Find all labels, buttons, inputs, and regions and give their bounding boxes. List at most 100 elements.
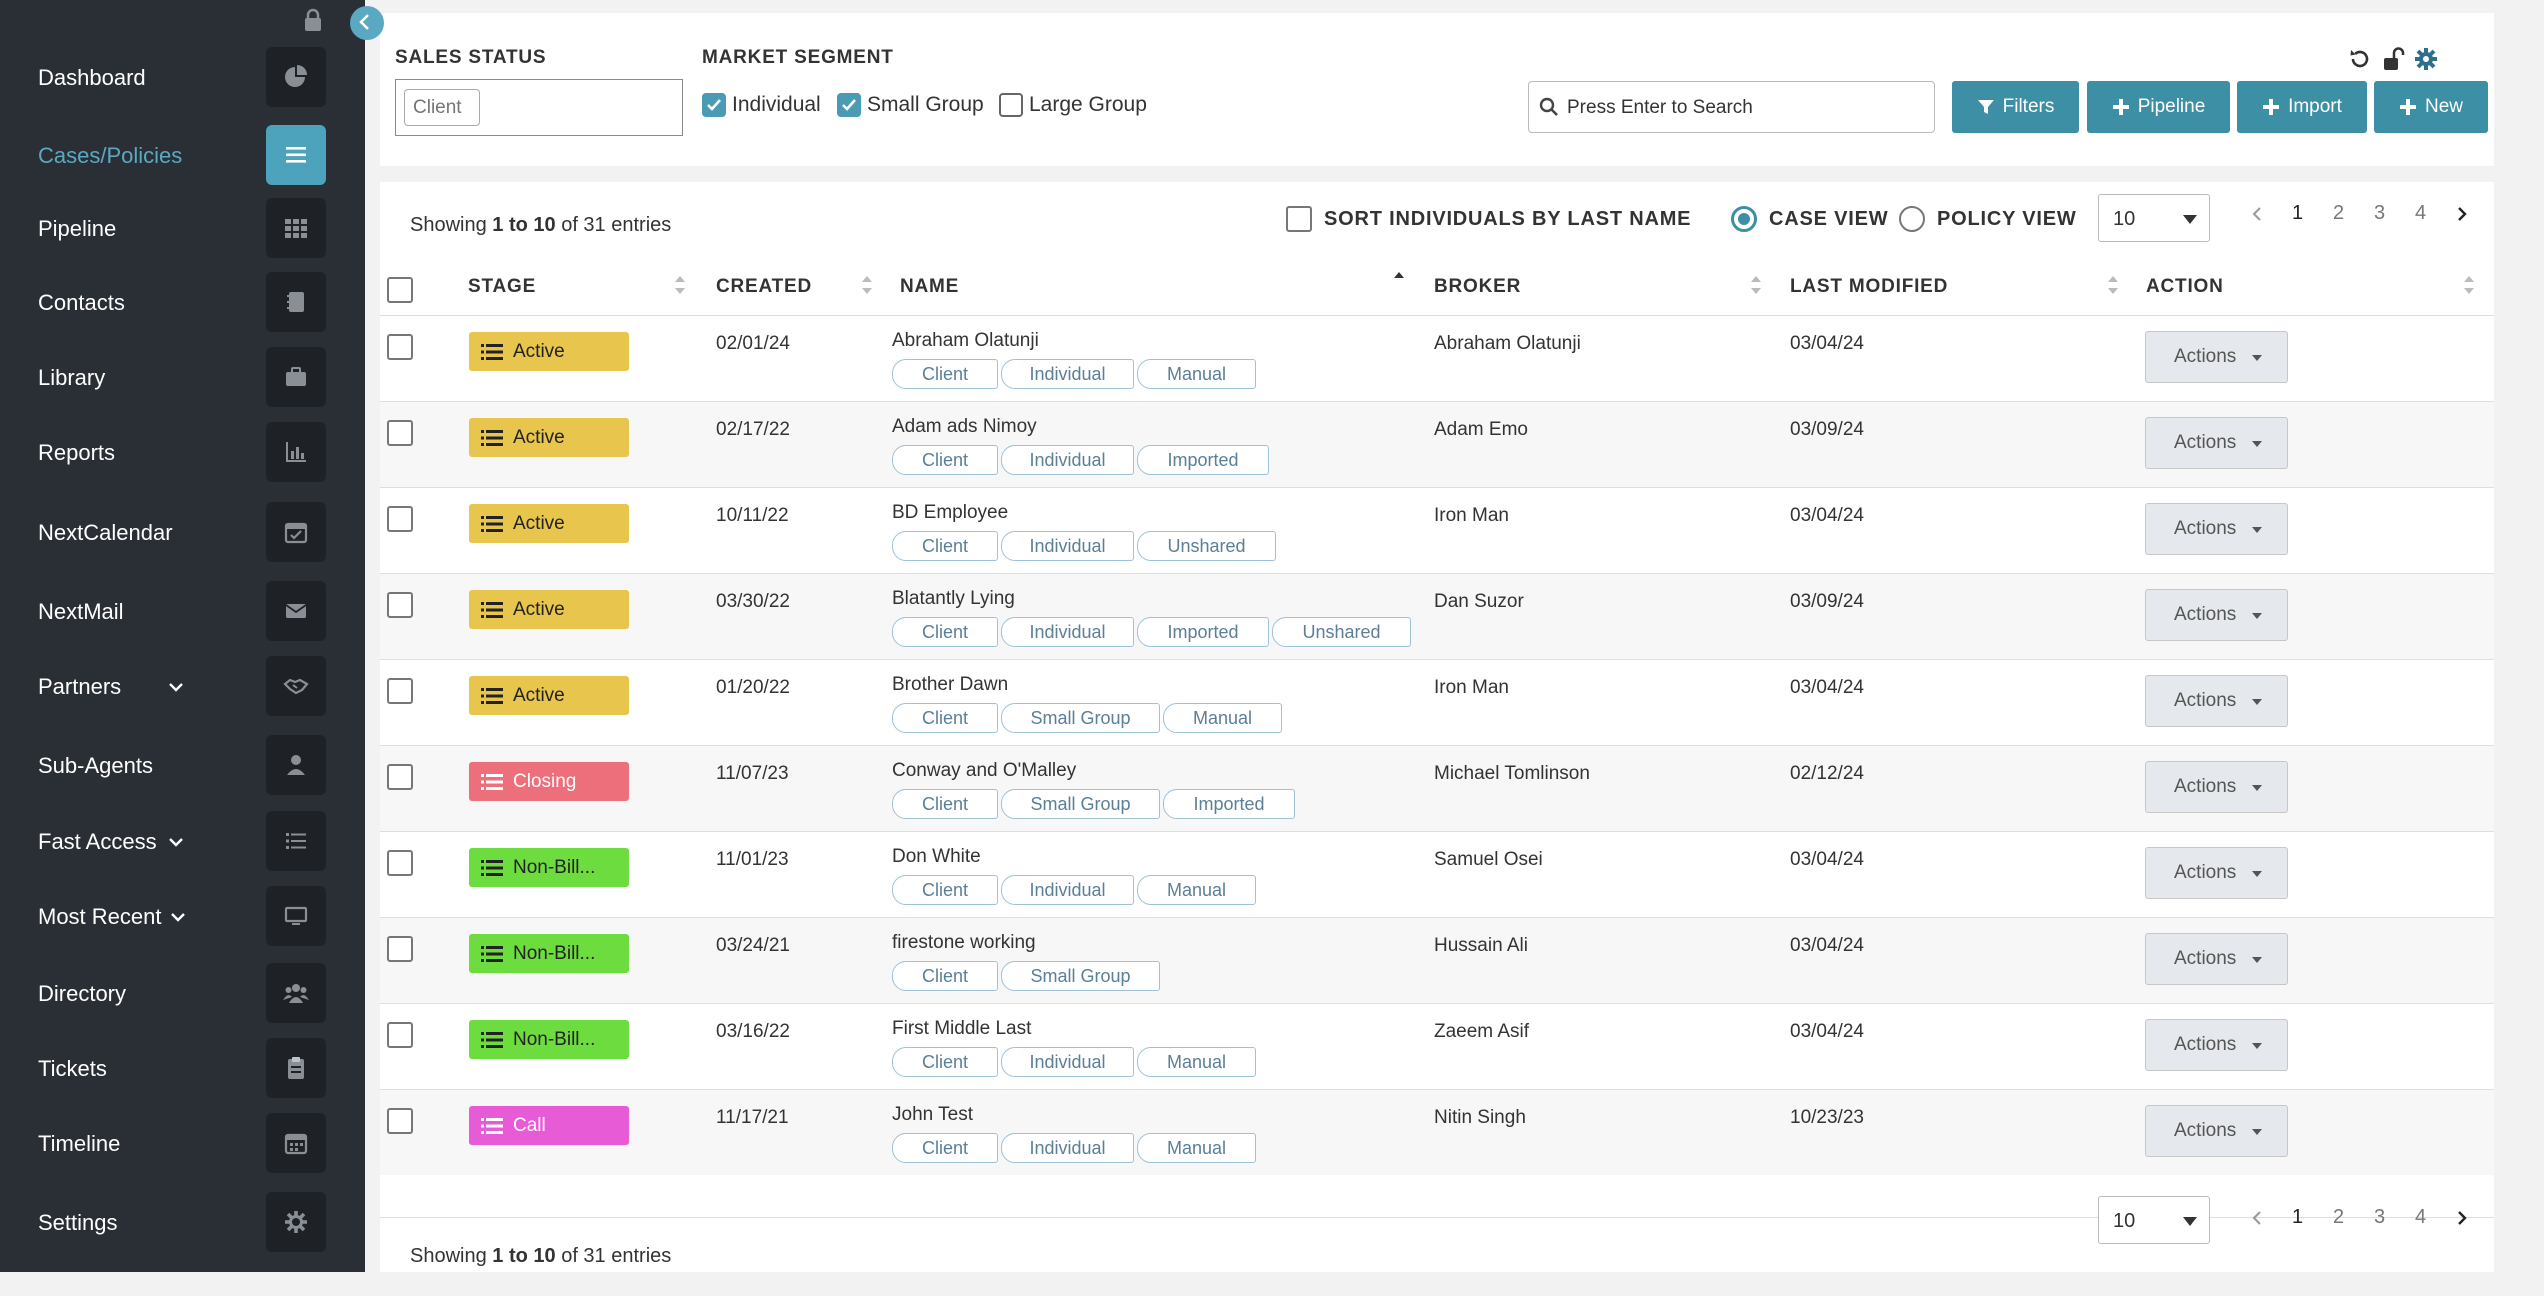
sidebar-item-pipeline[interactable]: Pipeline	[0, 198, 365, 260]
case-name-link[interactable]: Conway and O'Malley	[892, 760, 1076, 782]
sidebar-icon-box[interactable]	[266, 1113, 326, 1173]
sidebar-item-cases-policies[interactable]: Cases/Policies	[0, 125, 365, 187]
client-input[interactable]	[404, 89, 480, 126]
column-header-name[interactable]: NAME	[900, 276, 959, 298]
page-4-link[interactable]: 4	[2400, 202, 2441, 225]
select-all-checkbox[interactable]	[387, 277, 413, 303]
page-1-link[interactable]: 1	[2277, 202, 2318, 225]
row-checkbox[interactable]	[387, 936, 413, 962]
row-checkbox[interactable]	[387, 850, 413, 876]
chevron-down-icon[interactable]	[168, 836, 184, 848]
sidebar-item-sub-agents[interactable]: Sub-Agents	[0, 735, 365, 797]
sidebar-item-fast-access[interactable]: Fast Access	[0, 811, 365, 873]
page-2-link[interactable]: 2	[2318, 202, 2359, 225]
chevron-down-icon[interactable]	[168, 681, 184, 693]
case-name-link[interactable]: firestone working	[892, 932, 1036, 954]
column-header-last-modified[interactable]: LAST MODIFIED	[1790, 276, 1948, 298]
next-page-button[interactable]	[2441, 1210, 2482, 1226]
sidebar-icon-box[interactable]	[266, 272, 326, 332]
row-checkbox[interactable]	[387, 592, 413, 618]
sidebar-icon-box[interactable]	[266, 1192, 326, 1252]
row-checkbox[interactable]	[387, 1022, 413, 1048]
sort-both-icon[interactable]	[674, 274, 686, 296]
page-3-link[interactable]: 3	[2359, 202, 2400, 225]
case-name-link[interactable]: Don White	[892, 846, 981, 868]
row-checkbox[interactable]	[387, 764, 413, 790]
actions-dropdown-button[interactable]: Actions	[2145, 1019, 2288, 1071]
actions-dropdown-button[interactable]: Actions	[2145, 331, 2288, 383]
case-name-link[interactable]: First Middle Last	[892, 1018, 1031, 1040]
policy-view-radio[interactable]	[1899, 206, 1925, 232]
refresh-icon[interactable]	[2347, 46, 2373, 72]
sidebar-icon-box[interactable]	[266, 347, 326, 407]
sidebar-icon-box[interactable]	[266, 422, 326, 482]
column-header-broker[interactable]: BROKER	[1434, 276, 1521, 298]
sort-individuals-checkbox[interactable]	[1286, 206, 1312, 232]
row-checkbox[interactable]	[387, 334, 413, 360]
next-page-button[interactable]	[2441, 206, 2482, 222]
sidebar-icon-box[interactable]	[266, 811, 326, 871]
prev-page-button[interactable]	[2236, 206, 2277, 222]
actions-dropdown-button[interactable]: Actions	[2145, 503, 2288, 555]
actions-dropdown-button[interactable]: Actions	[2145, 417, 2288, 469]
sidebar-icon-box[interactable]	[266, 47, 326, 107]
case-name-link[interactable]: Adam ads Nimoy	[892, 416, 1037, 438]
page-2-link[interactable]: 2	[2318, 1206, 2359, 1229]
actions-dropdown-button[interactable]: Actions	[2145, 933, 2288, 985]
table-row[interactable]: Active 02/01/24 Abraham Olatunji Client Indi…	[380, 315, 2494, 401]
sidebar-icon-box[interactable]	[266, 581, 326, 641]
sidebar-item-timeline[interactable]: Timeline	[0, 1113, 365, 1175]
sort-both-icon[interactable]	[861, 274, 873, 296]
actions-dropdown-button[interactable]: Actions	[2145, 675, 2288, 727]
case-name-link[interactable]: John Test	[892, 1104, 973, 1126]
sidebar-item-tickets[interactable]: Tickets	[0, 1038, 365, 1100]
sidebar-icon-box[interactable]	[266, 886, 326, 946]
table-row[interactable]: Non-Bill... 03/16/22 First Middle Last Clie…	[380, 1003, 2494, 1089]
table-row[interactable]: Active 01/20/22 Brother Dawn Client Small Gr…	[380, 659, 2494, 745]
sort-both-icon[interactable]	[2107, 274, 2119, 296]
case-name-link[interactable]: Abraham Olatunji	[892, 330, 1039, 352]
sidebar-item-nextmail[interactable]: NextMail	[0, 581, 365, 643]
sidebar-item-reports[interactable]: Reports	[0, 422, 365, 484]
page-1-link[interactable]: 1	[2277, 1206, 2318, 1229]
policy-view-option[interactable]: POLICY VIEW	[1899, 206, 2077, 232]
import-button[interactable]: Import	[2237, 81, 2367, 133]
sidebar-icon-box[interactable]	[266, 735, 326, 795]
page-size-select-top[interactable]: 10	[2098, 194, 2210, 242]
sidebar-item-nextcalendar[interactable]: NextCalendar	[0, 502, 365, 564]
table-row[interactable]: Closing 11/07/23 Conway and O'Malley Client…	[380, 745, 2494, 831]
column-header-stage[interactable]: STAGE	[468, 276, 536, 298]
sidebar-item-directory[interactable]: Directory	[0, 963, 365, 1025]
case-view-radio[interactable]	[1731, 206, 1757, 232]
sidebar-icon-box[interactable]	[266, 963, 326, 1023]
sidebar-icon-box[interactable]	[266, 502, 326, 562]
table-row[interactable]: Non-Bill... 03/24/21 firestone working Clie…	[380, 917, 2494, 1003]
unlock-icon[interactable]	[2380, 46, 2406, 72]
row-checkbox[interactable]	[387, 1108, 413, 1134]
case-view-option[interactable]: CASE VIEW	[1731, 206, 1888, 232]
chevron-down-icon[interactable]	[170, 911, 186, 923]
prev-page-button[interactable]	[2236, 1210, 2277, 1226]
page-size-select-bottom[interactable]: 10	[2098, 1196, 2210, 1244]
case-name-link[interactable]: BD Employee	[892, 502, 1008, 524]
sort-ascending-icon[interactable]	[1393, 270, 1405, 292]
sidebar-item-dashboard[interactable]: Dashboard	[0, 47, 365, 109]
segment-checkbox[interactable]	[702, 93, 726, 117]
sort-individuals-option[interactable]: SORT INDIVIDUALS BY LAST NAME	[1286, 206, 1691, 232]
sidebar-icon-box[interactable]	[266, 656, 326, 716]
row-checkbox[interactable]	[387, 506, 413, 532]
sidebar-item-settings[interactable]: Settings	[0, 1192, 365, 1254]
sidebar-icon-box[interactable]	[266, 198, 326, 258]
actions-dropdown-button[interactable]: Actions	[2145, 847, 2288, 899]
table-row[interactable]: Active 02/17/22 Adam ads Nimoy Client Indivi…	[380, 401, 2494, 487]
row-checkbox[interactable]	[387, 678, 413, 704]
collapse-sidebar-button[interactable]	[350, 6, 384, 40]
column-header-created[interactable]: CREATED	[716, 276, 812, 298]
sidebar-icon-box[interactable]	[266, 1038, 326, 1098]
sort-both-icon[interactable]	[1750, 274, 1762, 296]
segment-checkbox[interactable]	[837, 93, 861, 117]
page-scrollbar[interactable]	[2526, 0, 2544, 1272]
table-row[interactable]: Active 03/30/22 Blatantly Lying Client Indiv…	[380, 573, 2494, 659]
search-input[interactable]	[1565, 90, 1929, 126]
new-button[interactable]: New	[2374, 81, 2488, 133]
